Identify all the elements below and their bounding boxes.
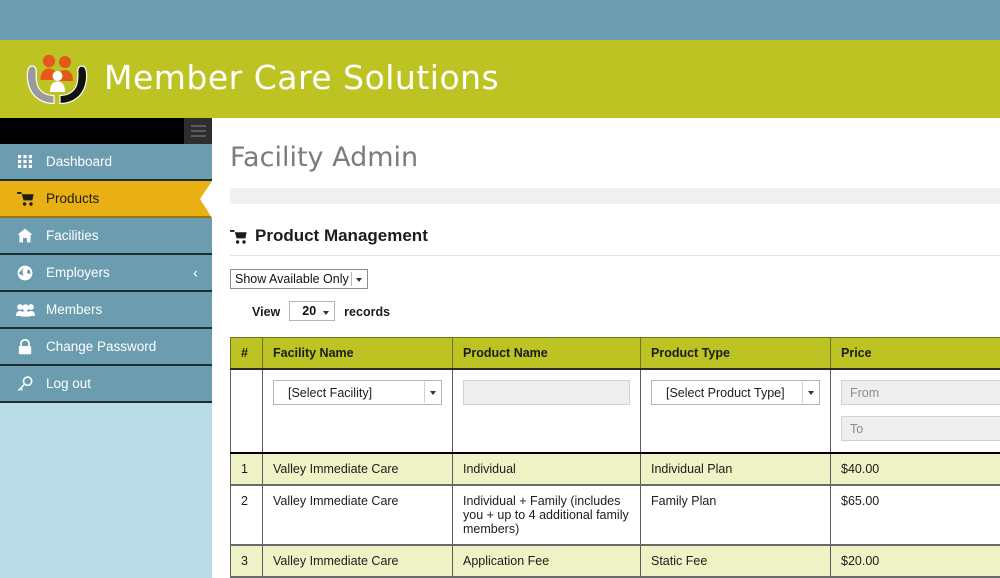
chevron-down-icon (424, 382, 440, 403)
sidebar-item-change-password[interactable]: Change Password (0, 329, 212, 366)
sidebar-item-products[interactable]: Products (0, 181, 212, 218)
section-divider (230, 255, 1000, 256)
column-header-product-name[interactable]: Product Name (453, 338, 641, 370)
column-header-product-type[interactable]: Product Type (641, 338, 831, 370)
sidebar: Dashboard Products (0, 118, 212, 578)
product-name-filter-input[interactable] (463, 380, 630, 405)
sidebar-item-label: Members (46, 302, 102, 317)
brand-title: Member Care Solutions (104, 61, 499, 98)
table-filter-row: [Select Facility] [Select Product Type] (231, 369, 1000, 453)
facility-filter-value: [Select Facility] (288, 386, 372, 400)
sidebar-item-label: Facilities (46, 228, 99, 243)
sidebar-topbar (0, 118, 212, 144)
filter-cell-product-type: [Select Product Type] (641, 369, 831, 453)
product-type-filter-select[interactable]: [Select Product Type] (651, 380, 820, 405)
cell-number: 2 (231, 485, 263, 545)
filter-cell-facility: [Select Facility] (263, 369, 453, 453)
cell-product-name: Individual (453, 453, 641, 485)
cell-number: 3 (231, 545, 263, 577)
app-root: Member Care Solutions Dashboard (0, 0, 1000, 578)
availability-select-wrapper: Show Available Only (230, 270, 368, 288)
column-header-price[interactable]: Price (831, 338, 1000, 370)
cell-product-type: Individual Plan (641, 453, 831, 485)
records-select-wrapper: 20 (289, 304, 335, 319)
product-table: # Facility Name Product Name Product Typ… (230, 337, 1000, 578)
availability-filter-row: Show Available Only (230, 270, 1000, 288)
records-select[interactable]: 20 (289, 301, 335, 321)
hamburger-icon[interactable] (184, 118, 212, 144)
home-icon (14, 228, 36, 243)
globe-icon (14, 265, 36, 281)
cell-product-type: Family Plan (641, 485, 831, 545)
chevron-left-icon[interactable]: ‹ (193, 264, 198, 281)
users-icon (14, 303, 36, 317)
records-label: records (344, 305, 390, 319)
cell-price: $40.00 (831, 453, 1000, 485)
availability-select[interactable]: Show Available Only (230, 269, 368, 289)
sidebar-item-members[interactable]: Members (0, 292, 212, 329)
table-body: [Select Facility] [Select Product Type] (231, 369, 1000, 577)
hands-holding-family-icon (26, 50, 90, 108)
column-header-facility-name[interactable]: Facility Name (263, 338, 453, 370)
sidebar-item-label: Change Password (46, 339, 156, 354)
sidebar-item-label: Log out (46, 376, 91, 391)
sidebar-item-label: Products (46, 191, 99, 206)
main-content: Facility Admin Product Management Show A… (212, 118, 1000, 578)
cart-icon (14, 191, 36, 206)
section-header: Product Management (230, 226, 1000, 246)
table-head: # Facility Name Product Name Product Typ… (231, 338, 1000, 370)
cell-price: $65.00 (831, 485, 1000, 545)
records-view-row: View 20 records (252, 304, 1000, 319)
cell-product-type: Static Fee (641, 545, 831, 577)
cell-facility-name: Valley Immediate Care (263, 545, 453, 577)
lock-icon (14, 339, 36, 355)
table-row[interactable]: 1 Valley Immediate Care Individual Indiv… (231, 453, 1000, 485)
cell-number: 1 (231, 453, 263, 485)
grid-icon (14, 155, 36, 168)
table-row[interactable]: 3 Valley Immediate Care Application Fee … (231, 545, 1000, 577)
cart-icon (230, 229, 247, 244)
section-title-text: Product Management (255, 226, 428, 246)
cell-facility-name: Valley Immediate Care (263, 453, 453, 485)
sidebar-item-dashboard[interactable]: Dashboard (0, 144, 212, 181)
table-row[interactable]: 2 Valley Immediate Care Individual + Fam… (231, 485, 1000, 545)
brand-header: Member Care Solutions (0, 40, 1000, 118)
page-title: Facility Admin (230, 142, 1000, 173)
column-header-number[interactable]: # (231, 338, 263, 370)
sidebar-item-label: Employers (46, 265, 110, 280)
filter-cell-price: From To (831, 369, 1000, 453)
breadcrumb-band (230, 188, 1000, 204)
cell-product-name: Application Fee (453, 545, 641, 577)
view-label: View (252, 305, 280, 319)
product-type-filter-value: [Select Product Type] (666, 386, 785, 400)
sidebar-item-facilities[interactable]: Facilities (0, 218, 212, 255)
cell-price: $20.00 (831, 545, 1000, 577)
sidebar-item-employers[interactable]: Employers ‹ (0, 255, 212, 292)
filter-cell-product-name (453, 369, 641, 453)
key-icon (14, 376, 36, 392)
cell-product-name: Individual + Family (includes you + up t… (453, 485, 641, 545)
table-header-row: # Facility Name Product Name Product Typ… (231, 338, 1000, 370)
product-table-container: # Facility Name Product Name Product Typ… (230, 337, 1000, 578)
price-to-input[interactable]: To (841, 416, 1000, 441)
price-from-input[interactable]: From (841, 380, 1000, 405)
sidebar-item-log-out[interactable]: Log out (0, 366, 212, 403)
top-bar (0, 0, 1000, 40)
sidebar-item-label: Dashboard (46, 154, 112, 169)
facility-filter-select[interactable]: [Select Facility] (273, 380, 442, 405)
cell-facility-name: Valley Immediate Care (263, 485, 453, 545)
filter-cell-number (231, 369, 263, 453)
chevron-down-icon (802, 382, 818, 403)
